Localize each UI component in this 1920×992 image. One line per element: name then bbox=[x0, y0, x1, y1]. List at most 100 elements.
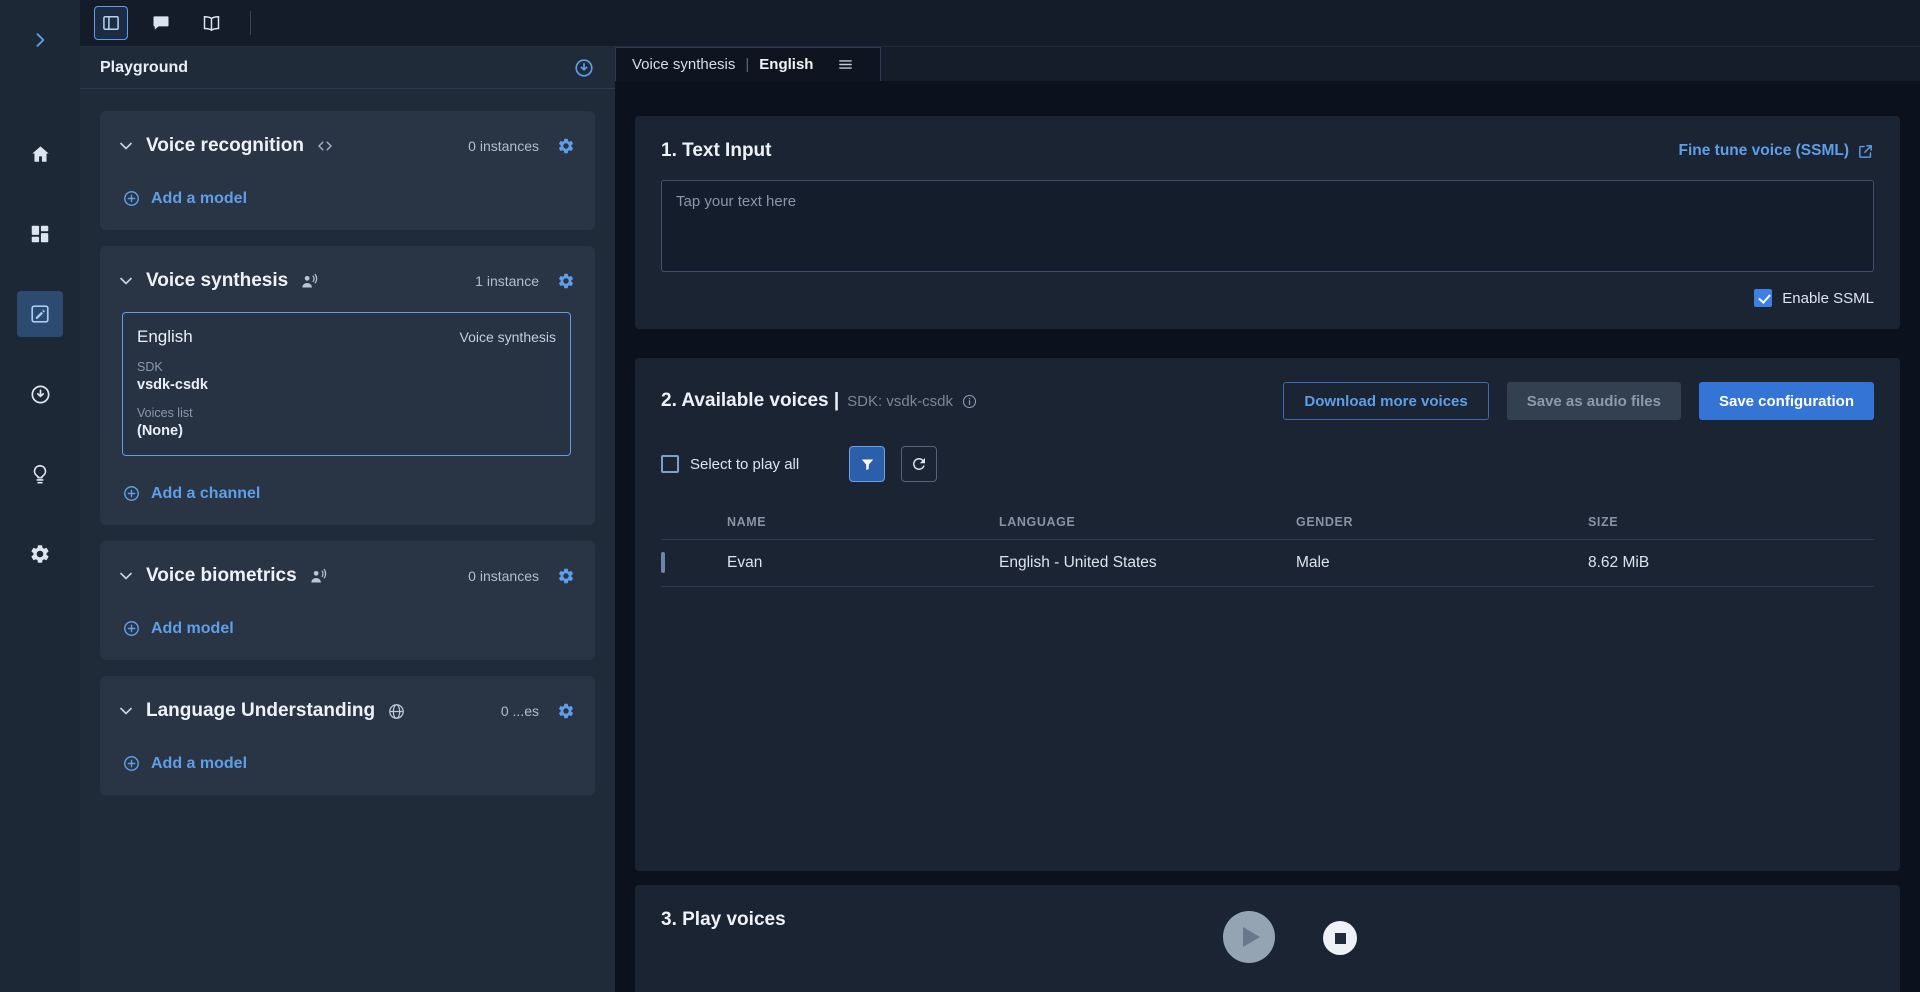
sdk-note: SDK: vsdk-csdk bbox=[847, 393, 953, 410]
add-model-label: Add a model bbox=[151, 190, 247, 208]
collapse-chevron-icon[interactable] bbox=[116, 136, 136, 156]
external-link-icon bbox=[1857, 143, 1874, 160]
add-model-button[interactable]: Add a model bbox=[116, 754, 575, 773]
toolbar-divider bbox=[250, 11, 251, 35]
refresh-icon bbox=[910, 455, 928, 473]
plus-circle-icon bbox=[122, 189, 141, 208]
layout-panel-icon bbox=[101, 13, 121, 33]
plus-circle-icon bbox=[122, 619, 141, 638]
channel-name: English bbox=[137, 327, 193, 347]
tab-strip: Voice synthesis | English bbox=[615, 47, 1920, 81]
plus-circle-icon bbox=[122, 754, 141, 773]
instance-count: 0 ...es bbox=[501, 703, 539, 719]
download-icon bbox=[29, 383, 52, 406]
chat-icon bbox=[151, 13, 171, 33]
guide-button[interactable] bbox=[194, 6, 228, 40]
card-title: Voice recognition bbox=[146, 135, 304, 157]
voice-size: 8.62 MiB bbox=[1588, 554, 1874, 572]
fine-tune-label: Fine tune voice (SSML) bbox=[1678, 142, 1849, 160]
tab-label: Voice synthesis bbox=[632, 56, 735, 73]
tab-voice-synthesis-english[interactable]: Voice synthesis | English bbox=[615, 47, 881, 81]
voices-list-value: (None) bbox=[137, 423, 556, 439]
download-playground-button[interactable] bbox=[573, 57, 595, 79]
playground-panel: Playground Voice recognition 0 instances bbox=[80, 47, 615, 992]
add-model-label: Add model bbox=[151, 620, 234, 638]
dashboard-nav-button[interactable] bbox=[17, 211, 63, 257]
top-toolbar bbox=[80, 0, 1920, 47]
enable-ssml-checkbox[interactable] bbox=[1754, 289, 1772, 307]
expand-sidebar-button[interactable] bbox=[17, 17, 63, 63]
play-icon bbox=[1243, 927, 1260, 947]
stop-button[interactable] bbox=[1323, 921, 1357, 955]
collapse-chevron-icon[interactable] bbox=[116, 566, 136, 586]
section-title: 1. Text Input bbox=[661, 140, 771, 162]
gear-icon bbox=[557, 702, 575, 720]
add-model-button[interactable]: Add model bbox=[116, 619, 575, 638]
card-voice-synthesis: Voice synthesis 1 instance English Voice… bbox=[100, 246, 595, 525]
card-settings-button[interactable] bbox=[557, 272, 575, 290]
downloads-nav-button[interactable] bbox=[17, 371, 63, 417]
stop-icon bbox=[1335, 933, 1346, 944]
filter-icon bbox=[859, 456, 876, 473]
add-channel-label: Add a channel bbox=[151, 485, 260, 503]
instance-count: 0 instances bbox=[468, 138, 539, 154]
save-audio-files-button[interactable]: Save as audio files bbox=[1507, 382, 1681, 420]
collapse-chevron-icon[interactable] bbox=[116, 701, 136, 721]
voice-name: Evan bbox=[727, 554, 999, 572]
tab-menu-button[interactable] bbox=[837, 56, 854, 73]
card-settings-button[interactable] bbox=[557, 137, 575, 155]
tab-divider: | bbox=[745, 56, 749, 73]
channel-card-english[interactable]: English Voice synthesis SDK vsdk-csdk Vo… bbox=[122, 312, 571, 456]
voice-biometrics-icon bbox=[309, 567, 328, 586]
text-input-section: 1. Text Input Fine tune voice (SSML) Ena… bbox=[635, 116, 1900, 329]
ideas-nav-button[interactable] bbox=[17, 451, 63, 497]
text-input-field[interactable] bbox=[661, 180, 1874, 272]
play-button[interactable] bbox=[1223, 911, 1275, 963]
book-icon bbox=[201, 13, 222, 34]
filter-voices-button[interactable] bbox=[849, 446, 885, 482]
column-size: SIZE bbox=[1588, 515, 1874, 529]
globe-icon bbox=[387, 702, 406, 721]
dashboard-icon bbox=[29, 223, 51, 245]
home-nav-button[interactable] bbox=[17, 131, 63, 177]
play-voices-section: 3. Play voices bbox=[635, 885, 1900, 992]
lightbulb-icon bbox=[29, 463, 51, 485]
card-settings-button[interactable] bbox=[557, 702, 575, 720]
hamburger-icon bbox=[837, 56, 854, 73]
playground-nav-button[interactable] bbox=[17, 291, 63, 337]
main-area: Voice synthesis | English 1. Text Input … bbox=[615, 47, 1920, 992]
add-model-button[interactable]: Add a model bbox=[116, 189, 575, 208]
home-icon bbox=[29, 143, 52, 166]
add-channel-button[interactable]: Add a channel bbox=[116, 484, 575, 503]
chevron-right-icon bbox=[30, 30, 50, 50]
tab-sublabel: English bbox=[759, 56, 813, 73]
save-configuration-button[interactable]: Save configuration bbox=[1699, 382, 1874, 420]
available-voices-section: 2. Available voices | SDK: vsdk-csdk Dow… bbox=[635, 358, 1900, 871]
select-all-checkbox[interactable] bbox=[661, 455, 679, 473]
chat-button[interactable] bbox=[144, 6, 178, 40]
gear-icon bbox=[557, 272, 575, 290]
panel-layout-button[interactable] bbox=[94, 6, 128, 40]
main-content: 1. Text Input Fine tune voice (SSML) Ena… bbox=[615, 116, 1920, 992]
card-title: Voice synthesis bbox=[146, 270, 288, 292]
voices-table: NAME LANGUAGE GENDER SIZE Evan English -… bbox=[661, 504, 1874, 587]
gear-icon bbox=[557, 137, 575, 155]
table-row[interactable]: Evan English - United States Male 8.62 M… bbox=[661, 540, 1874, 587]
left-rail bbox=[0, 0, 80, 992]
settings-nav-button[interactable] bbox=[17, 531, 63, 577]
refresh-voices-button[interactable] bbox=[901, 446, 937, 482]
fine-tune-ssml-link[interactable]: Fine tune voice (SSML) bbox=[1678, 142, 1874, 160]
card-settings-button[interactable] bbox=[557, 567, 575, 585]
collapse-chevron-icon[interactable] bbox=[116, 271, 136, 291]
plus-circle-icon bbox=[122, 484, 141, 503]
instance-count: 0 instances bbox=[468, 568, 539, 584]
info-icon[interactable] bbox=[961, 393, 978, 410]
voices-list-label: Voices list bbox=[137, 406, 556, 420]
playground-header: Playground bbox=[80, 47, 615, 89]
sdk-label: SDK bbox=[137, 360, 556, 374]
row-checkbox[interactable] bbox=[661, 552, 665, 573]
card-language-understanding: Language Understanding 0 ...es Add a mod… bbox=[100, 676, 595, 795]
download-more-voices-button[interactable]: Download more voices bbox=[1283, 382, 1488, 420]
card-title: Voice biometrics bbox=[146, 565, 297, 587]
table-header-row: NAME LANGUAGE GENDER SIZE bbox=[661, 504, 1874, 540]
